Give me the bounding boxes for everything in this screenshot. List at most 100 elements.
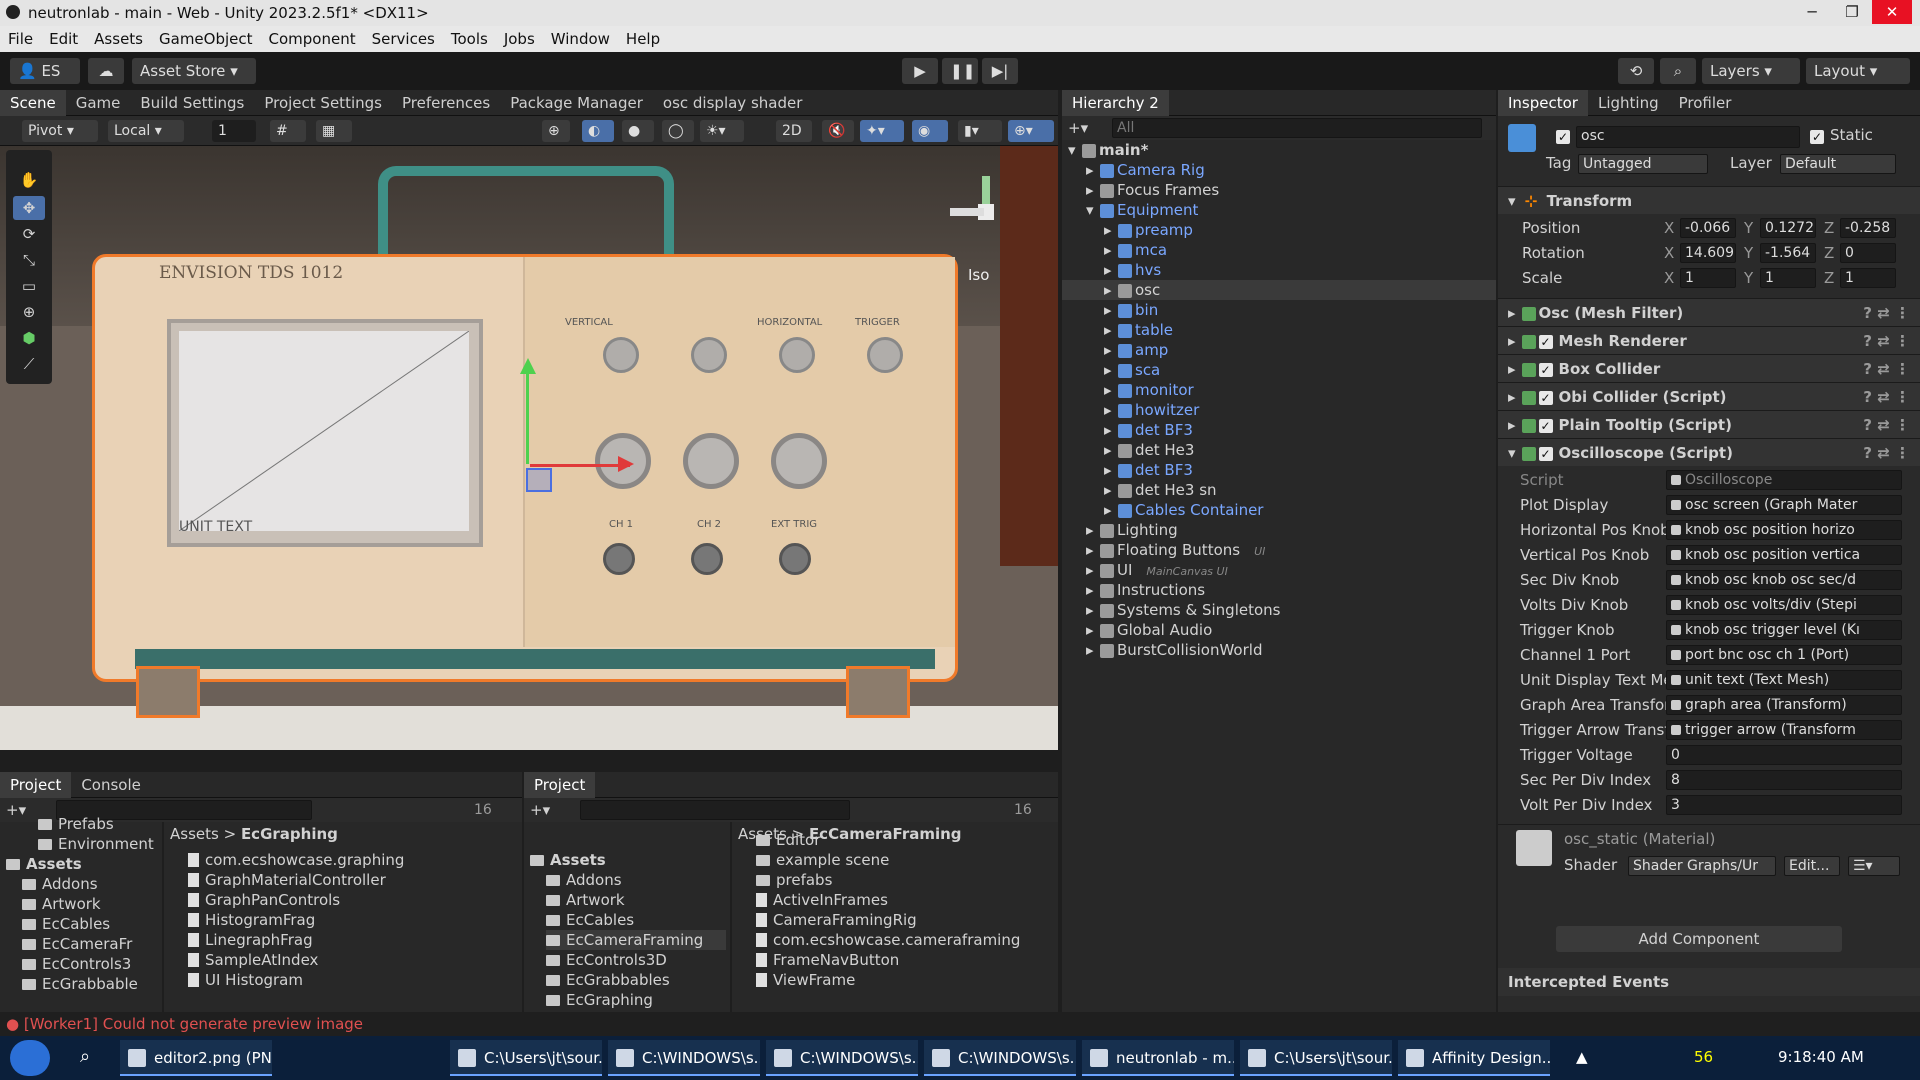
add-component-button[interactable]: Add Component bbox=[1556, 926, 1842, 952]
pivot-dropdown[interactable]: Pivot ▾ bbox=[22, 120, 98, 142]
project-file-item[interactable]: example scene bbox=[756, 850, 889, 870]
add-object-button[interactable]: +▾ bbox=[1068, 118, 1096, 138]
component-menu-icon[interactable]: ? ⇄ ⋮ bbox=[1863, 327, 1910, 355]
expand-arrow-icon[interactable]: ▸ bbox=[1104, 440, 1118, 460]
hierarchy-row[interactable]: ▸ BurstCollisionWorld bbox=[1062, 640, 1496, 660]
project-tree-item[interactable]: EcCables bbox=[22, 914, 110, 934]
move-gizmo-x-arrow[interactable] bbox=[618, 456, 634, 472]
project-tree-item[interactable]: Prefabs bbox=[38, 814, 114, 834]
move-gizmo-y-arrow[interactable] bbox=[520, 358, 536, 374]
grid-size-field[interactable]: 1 bbox=[212, 120, 256, 142]
component-header[interactable]: ▸ Osc (Mesh Filter) ? ⇄ ⋮ bbox=[1498, 298, 1920, 326]
hierarchy-row[interactable]: ▸ amp bbox=[1062, 340, 1496, 360]
z-value-field[interactable]: 0 bbox=[1840, 243, 1896, 263]
hierarchy-row[interactable]: ▸ mca bbox=[1062, 240, 1496, 260]
account-dropdown[interactable]: 👤 ES ▾ bbox=[10, 58, 80, 106]
expand-arrow-icon[interactable]: ▸ bbox=[1104, 320, 1118, 340]
expand-arrow-icon[interactable]: ▸ bbox=[1086, 160, 1100, 180]
sec-div-knob[interactable] bbox=[771, 433, 827, 489]
component-header[interactable]: ▸ ✓ Mesh Renderer ? ⇄ ⋮ bbox=[1498, 326, 1920, 354]
tray-up-icon[interactable]: ▲ bbox=[1576, 1048, 1588, 1066]
x-value-field[interactable]: -0.066 bbox=[1680, 218, 1736, 238]
expand-arrow-icon[interactable]: ▸ bbox=[1086, 580, 1100, 600]
cloud-icon[interactable]: ☁ bbox=[88, 58, 124, 84]
expand-arrow-icon[interactable]: ▸ bbox=[1104, 400, 1118, 420]
foldout-arrow-icon[interactable]: ▸ bbox=[1508, 304, 1516, 322]
expand-arrow-icon[interactable]: ▸ bbox=[1086, 180, 1100, 200]
pause-icon[interactable]: ❚❚ bbox=[942, 58, 978, 84]
menu-assets[interactable]: Assets bbox=[86, 26, 151, 52]
tab-osc-display-shader[interactable]: osc display shader bbox=[653, 90, 812, 116]
start-button-icon[interactable] bbox=[10, 1040, 50, 1076]
minimize-button[interactable]: ─ bbox=[1792, 0, 1832, 24]
field-value[interactable]: unit text (Text Mesh) bbox=[1666, 670, 1902, 690]
menu-component[interactable]: Component bbox=[261, 26, 364, 52]
bnc-port-ch1[interactable] bbox=[603, 543, 635, 575]
hierarchy-row[interactable]: ▸ hvs bbox=[1062, 260, 1496, 280]
status-message[interactable]: [Worker1] Could not generate preview ima… bbox=[24, 1015, 363, 1033]
project-file-item[interactable]: CameraFramingRig bbox=[756, 910, 917, 930]
x-value-field[interactable]: 14.609 bbox=[1680, 243, 1736, 263]
grid-snap-icon[interactable]: # bbox=[270, 120, 306, 142]
component-header[interactable]: ▸ ✓ Plain Tooltip (Script) ? ⇄ ⋮ bbox=[1498, 410, 1920, 438]
hierarchy-row[interactable]: ▸ monitor bbox=[1062, 380, 1496, 400]
project-tree-item[interactable]: Addons bbox=[546, 870, 726, 890]
position-knob-ch2[interactable] bbox=[691, 337, 727, 373]
hierarchy-row[interactable]: ▸ table bbox=[1062, 320, 1496, 340]
z-value-field[interactable]: 1 bbox=[1840, 268, 1896, 288]
hierarchy-row[interactable]: ▸ det He3 bbox=[1062, 440, 1496, 460]
project-tree-item[interactable]: Assets bbox=[530, 850, 726, 870]
menu-help[interactable]: Help bbox=[618, 26, 668, 52]
component-enabled-checkbox[interactable]: ✓ bbox=[1538, 334, 1553, 349]
component-enabled-checkbox[interactable]: ✓ bbox=[1538, 390, 1553, 405]
component-menu-icon[interactable]: ? ⇄ ⋮ bbox=[1863, 355, 1910, 383]
hierarchy-row[interactable]: ▸ Lighting bbox=[1062, 520, 1496, 540]
taskbar-app-button[interactable]: C:\WINDOWS\s... bbox=[766, 1040, 918, 1076]
trigger-level-knob[interactable] bbox=[867, 337, 903, 373]
hierarchy-row[interactable]: ▸ UI MainCanvas UI bbox=[1062, 560, 1496, 580]
menu-tools[interactable]: Tools bbox=[443, 26, 496, 52]
expand-arrow-icon[interactable]: ▸ bbox=[1086, 600, 1100, 620]
field-value[interactable]: knob osc volts/div (Stepi bbox=[1666, 595, 1902, 615]
taskbar-clock[interactable]: 9:18:40 AM bbox=[1778, 1048, 1864, 1066]
tab-profiler[interactable]: Profiler bbox=[1669, 90, 1742, 116]
move-gizmo-x-axis[interactable] bbox=[530, 464, 630, 467]
scale-tool-icon[interactable]: ⤡ bbox=[13, 248, 45, 272]
foldout-arrow-icon[interactable]: ▸ bbox=[1508, 332, 1516, 350]
project-right-search-input[interactable] bbox=[580, 800, 850, 820]
field-value[interactable]: knob osc position vertica bbox=[1666, 545, 1902, 565]
menu-window[interactable]: Window bbox=[543, 26, 618, 52]
tab-project-right[interactable]: Project bbox=[524, 771, 596, 798]
tab-console[interactable]: Console bbox=[71, 772, 151, 798]
bone-tool-icon[interactable]: ⟋ bbox=[13, 352, 45, 376]
project-file-item[interactable]: GraphPanControls bbox=[188, 890, 340, 910]
field-value[interactable]: knob osc trigger level (Kı bbox=[1666, 620, 1902, 640]
hierarchy-row[interactable]: ▸ howitzer bbox=[1062, 400, 1496, 420]
component-menu-icon[interactable]: ? ⇄ ⋮ bbox=[1863, 299, 1910, 327]
project-tree-item[interactable]: EcGrabbables bbox=[546, 970, 726, 990]
globe-icon[interactable]: ⊕ bbox=[542, 120, 570, 142]
step-icon[interactable]: ▶| bbox=[982, 58, 1018, 84]
project-file-item[interactable]: UI Histogram bbox=[188, 970, 303, 990]
expand-arrow-icon[interactable]: ▸ bbox=[1104, 420, 1118, 440]
taskbar-app-button[interactable]: C:\Users\jt\sour... bbox=[1240, 1040, 1392, 1076]
project-tree-item[interactable]: EcGrabbable bbox=[22, 974, 138, 994]
2d-toggle[interactable]: 2D bbox=[776, 120, 812, 142]
projection-label[interactable]: Iso bbox=[968, 266, 989, 284]
move-gizmo-y-axis[interactable] bbox=[526, 364, 529, 464]
menu-gameobject[interactable]: GameObject bbox=[151, 26, 261, 52]
breadcrumb-assets[interactable]: Assets bbox=[170, 825, 219, 843]
object-name-field[interactable]: osc bbox=[1576, 126, 1800, 148]
field-value[interactable]: 3 bbox=[1666, 795, 1902, 815]
component-header[interactable]: ▸ ✓ Box Collider ? ⇄ ⋮ bbox=[1498, 354, 1920, 382]
tab-build-settings[interactable]: Build Settings bbox=[130, 90, 254, 116]
search-taskbar-icon[interactable]: ⌕ bbox=[80, 1046, 90, 1067]
expand-arrow-icon[interactable]: ▸ bbox=[1104, 300, 1118, 320]
horizontal-position-knob[interactable] bbox=[779, 337, 815, 373]
expand-arrow-icon[interactable]: ▸ bbox=[1104, 480, 1118, 500]
layers-dropdown[interactable]: Layers ▾ bbox=[1702, 58, 1800, 84]
menu-services[interactable]: Services bbox=[364, 26, 443, 52]
hierarchy-row[interactable]: ▸ det BF3 bbox=[1062, 460, 1496, 480]
edit-shader-button[interactable]: Edit... bbox=[1784, 856, 1840, 876]
active-checkbox[interactable]: ✓ bbox=[1556, 130, 1570, 144]
